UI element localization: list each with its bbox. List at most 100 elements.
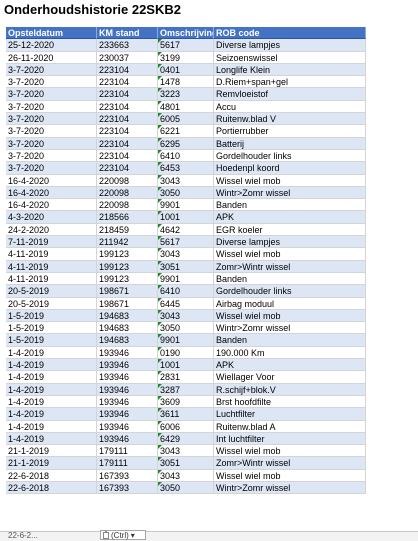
cell-opsteldatum[interactable]: 20-5-2019 [6, 285, 97, 298]
cell-opsteldatum[interactable]: 25-12-2020 [6, 39, 97, 52]
cell-km-stand[interactable]: 223104 [97, 162, 158, 175]
cell-rob-code[interactable]: Ruitenw.blad V [214, 113, 366, 126]
cell-omschrijving[interactable]: 3199 [158, 51, 214, 64]
cell-km-stand[interactable]: 193946 [97, 371, 158, 384]
cell-omschrijving[interactable]: 3050 [158, 186, 214, 200]
cell-opsteldatum[interactable]: 1-4-2019 [6, 359, 97, 372]
cell-rob-code[interactable]: Portierrubber [214, 125, 366, 138]
cell-opsteldatum[interactable]: 1-4-2019 [6, 395, 97, 409]
cell-opsteldatum[interactable]: 16-4-2020 [6, 199, 97, 212]
cell-omschrijving[interactable]: 1001 [158, 211, 214, 224]
cell-omschrijving[interactable]: 1001 [158, 359, 214, 372]
cell-omschrijving[interactable]: 3050 [158, 322, 214, 335]
cell-omschrijving[interactable]: 6410 [158, 285, 214, 298]
cell-km-stand[interactable]: 198671 [97, 285, 158, 298]
cell-rob-code[interactable]: 190.000 Km [214, 346, 366, 360]
partial-row-cell[interactable]: 22-6-2... [6, 531, 97, 540]
cell-opsteldatum[interactable]: 3-7-2020 [6, 63, 97, 77]
cell-opsteldatum[interactable]: 1-5-2019 [6, 322, 97, 335]
cell-rob-code[interactable]: Wissel wiel mob [214, 174, 366, 187]
cell-rob-code[interactable]: Banden [214, 199, 366, 212]
cell-km-stand[interactable]: 167393 [97, 481, 158, 495]
cell-opsteldatum[interactable]: 21-1-2019 [6, 445, 97, 458]
cell-omschrijving[interactable]: 2831 [158, 371, 214, 384]
cell-km-stand[interactable]: 218566 [97, 211, 158, 224]
cell-km-stand[interactable]: 194683 [97, 322, 158, 335]
cell-km-stand[interactable]: 179111 [97, 445, 158, 458]
cell-km-stand[interactable]: 211942 [97, 236, 158, 249]
cell-km-stand[interactable]: 223104 [97, 88, 158, 101]
cell-km-stand[interactable]: 220098 [97, 174, 158, 187]
cell-rob-code[interactable]: Wintr>Zomr wissel [214, 186, 366, 200]
cell-km-stand[interactable]: 179111 [97, 457, 158, 470]
cell-opsteldatum[interactable]: 26-11-2020 [6, 51, 97, 64]
cell-omschrijving[interactable]: 4642 [158, 223, 214, 237]
cell-omschrijving[interactable]: 9901 [158, 199, 214, 212]
cell-opsteldatum[interactable]: 3-7-2020 [6, 76, 97, 89]
cell-omschrijving[interactable]: 3223 [158, 88, 214, 101]
cell-opsteldatum[interactable]: 1-5-2019 [6, 309, 97, 323]
cell-omschrijving[interactable]: 6295 [158, 137, 214, 150]
cell-rob-code[interactable]: Wiellager Voor [214, 371, 366, 384]
cell-rob-code[interactable]: Wintr>Zomr wissel [214, 322, 366, 335]
cell-km-stand[interactable]: 199123 [97, 272, 158, 286]
cell-opsteldatum[interactable]: 1-4-2019 [6, 371, 97, 384]
cell-km-stand[interactable]: 194683 [97, 334, 158, 347]
cell-km-stand[interactable]: 193946 [97, 359, 158, 372]
cell-omschrijving[interactable]: 9901 [158, 334, 214, 347]
header-km-stand[interactable]: KM stand [97, 27, 158, 40]
cell-rob-code[interactable]: Wissel wiel mob [214, 309, 366, 323]
cell-opsteldatum[interactable]: 3-7-2020 [6, 100, 97, 114]
header-opsteldatum[interactable]: Opsteldatum [6, 27, 97, 40]
cell-rob-code[interactable]: Hoedenpl koord [214, 162, 366, 175]
cell-rob-code[interactable]: Luchtfilter [214, 408, 366, 421]
cell-km-stand[interactable]: 199123 [97, 248, 158, 261]
cell-rob-code[interactable]: Zomr>Wintr wissel [214, 260, 366, 273]
cell-omschrijving[interactable]: 3287 [158, 383, 214, 396]
cell-omschrijving[interactable]: 3043 [158, 174, 214, 187]
cell-opsteldatum[interactable]: 21-1-2019 [6, 457, 97, 470]
cell-rob-code[interactable]: Batterij [214, 137, 366, 150]
cell-omschrijving[interactable]: 1478 [158, 76, 214, 89]
cell-omschrijving[interactable]: 6221 [158, 125, 214, 138]
cell-omschrijving[interactable]: 3051 [158, 457, 214, 470]
cell-omschrijving[interactable]: 6005 [158, 113, 214, 126]
cell-omschrijving[interactable]: 5617 [158, 236, 214, 249]
cell-km-stand[interactable]: 223104 [97, 137, 158, 150]
cell-km-stand[interactable]: 193946 [97, 420, 158, 433]
cell-rob-code[interactable]: Wissel wiel mob [214, 445, 366, 458]
cell-km-stand[interactable]: 193946 [97, 432, 158, 446]
cell-opsteldatum[interactable]: 22-6-2018 [6, 469, 97, 482]
cell-omschrijving[interactable]: 3043 [158, 309, 214, 323]
cell-rob-code[interactable]: APK [214, 359, 366, 372]
cell-omschrijving[interactable]: 3050 [158, 481, 214, 495]
cell-omschrijving[interactable]: 3043 [158, 445, 214, 458]
cell-km-stand[interactable]: 218459 [97, 223, 158, 237]
cell-opsteldatum[interactable]: 1-4-2019 [6, 383, 97, 396]
cell-rob-code[interactable]: Longlife Klein [214, 63, 366, 77]
cell-omschrijving[interactable]: 6410 [158, 149, 214, 163]
cell-rob-code[interactable]: Wintr>Zomr wissel [214, 481, 366, 495]
header-rob-code[interactable]: ROB code [214, 27, 366, 40]
cell-km-stand[interactable]: 223104 [97, 76, 158, 89]
cell-km-stand[interactable]: 194683 [97, 309, 158, 323]
cell-opsteldatum[interactable]: 3-7-2020 [6, 125, 97, 138]
cell-opsteldatum[interactable]: 3-7-2020 [6, 113, 97, 126]
cell-opsteldatum[interactable]: 16-4-2020 [6, 174, 97, 187]
paste-options-button[interactable]: (Ctrl) ▾ [100, 530, 146, 540]
cell-omschrijving[interactable]: 3611 [158, 408, 214, 421]
cell-omschrijving[interactable]: 6429 [158, 432, 214, 446]
cell-rob-code[interactable]: Accu [214, 100, 366, 114]
cell-opsteldatum[interactable]: 4-11-2019 [6, 248, 97, 261]
cell-opsteldatum[interactable]: 3-7-2020 [6, 149, 97, 163]
cell-rob-code[interactable]: Wissel wiel mob [214, 248, 366, 261]
cell-rob-code[interactable]: D.Riem+span+gel [214, 76, 366, 89]
cell-km-stand[interactable]: 167393 [97, 469, 158, 482]
cell-opsteldatum[interactable]: 20-5-2019 [6, 297, 97, 310]
cell-opsteldatum[interactable]: 4-11-2019 [6, 272, 97, 286]
cell-opsteldatum[interactable]: 3-7-2020 [6, 162, 97, 175]
cell-rob-code[interactable]: Ruitenw.blad A [214, 420, 366, 433]
cell-omschrijving[interactable]: 4801 [158, 100, 214, 114]
cell-km-stand[interactable]: 223104 [97, 149, 158, 163]
cell-km-stand[interactable]: 223104 [97, 63, 158, 77]
